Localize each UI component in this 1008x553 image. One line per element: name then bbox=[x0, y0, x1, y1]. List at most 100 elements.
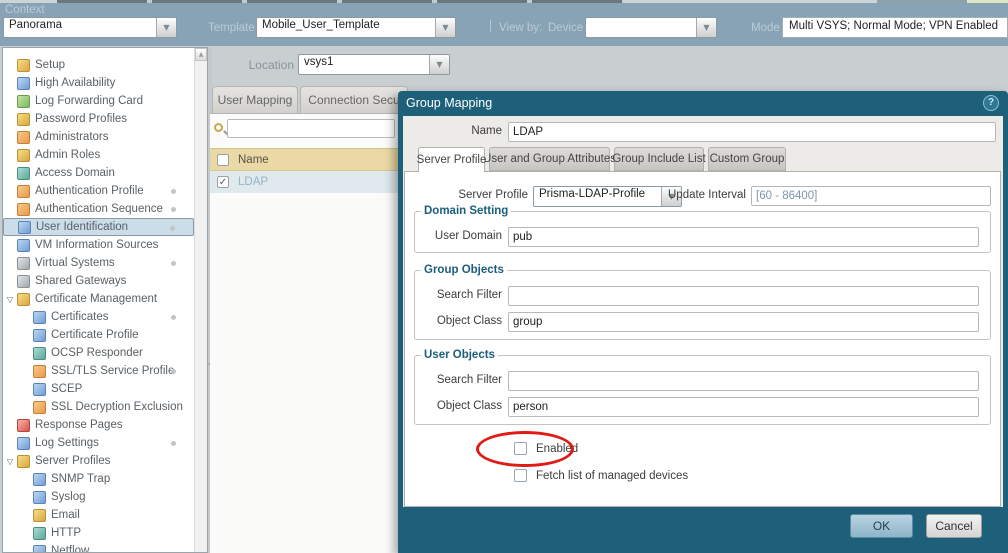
name-input[interactable] bbox=[508, 122, 996, 142]
template-select[interactable]: Mobile_User_Template ▼ bbox=[256, 17, 456, 38]
scroll-up-icon[interactable]: ▲ bbox=[195, 48, 207, 61]
user-domain-input[interactable] bbox=[508, 227, 979, 247]
ok-button[interactable]: OK bbox=[850, 514, 913, 538]
device-nav-tree: Setup High AvailabilityLog Forwarding Car… bbox=[2, 47, 208, 553]
dialog-tab-custom-group[interactable]: Custom Group bbox=[708, 147, 786, 171]
sidebar-item-administrators[interactable]: Administrators bbox=[3, 128, 194, 146]
authentication-profile-icon bbox=[17, 185, 30, 198]
sidebar-item-high-availability[interactable]: High Availability bbox=[3, 74, 194, 92]
chevron-down-icon[interactable]: ▼ bbox=[696, 18, 716, 37]
server-profile-tab-panel: Server Profile Prisma-LDAP-Profile ▼ Upd… bbox=[404, 171, 1001, 507]
sidebar-item-syslog[interactable]: Syslog bbox=[3, 488, 194, 506]
row-name-cell[interactable]: LDAP bbox=[238, 176, 268, 188]
tab-user-mapping[interactable]: User Mapping bbox=[212, 86, 298, 113]
user-object-class-input[interactable] bbox=[508, 397, 979, 417]
fetch-managed-devices-checkbox[interactable] bbox=[514, 469, 527, 482]
sidebar-item-label: Authentication Profile bbox=[35, 185, 144, 197]
group-mapping-dialog: Group Mapping ? Name Server ProfileUser … bbox=[398, 91, 1008, 553]
log-forwarding-card-icon bbox=[17, 95, 30, 108]
administrators-icon bbox=[17, 131, 30, 144]
sidebar-item-authentication-profile[interactable]: Authentication Profile bbox=[3, 182, 194, 200]
admin-roles-icon bbox=[17, 149, 30, 162]
sidebar-item-ssl-decryption-exclusion[interactable]: SSL Decryption Exclusion bbox=[3, 398, 194, 416]
sidebar-item-certificates[interactable]: Certificates bbox=[3, 308, 194, 326]
sidebar-item-shared-gateways[interactable]: Shared Gateways bbox=[3, 272, 194, 290]
sidebar-scrollbar[interactable]: ▲ bbox=[194, 48, 207, 552]
sidebar-item-certificate-profile[interactable]: Certificate Profile bbox=[3, 326, 194, 344]
search-input[interactable] bbox=[227, 119, 395, 138]
dialog-tab-group-include-list[interactable]: Group Include List bbox=[614, 147, 704, 171]
user-search-filter-input[interactable] bbox=[508, 371, 979, 391]
group-search-filter-input[interactable] bbox=[508, 286, 979, 306]
sidebar-item-ocsp-responder[interactable]: OCSP Responder bbox=[3, 344, 194, 362]
sidebar-item-password-profiles[interactable]: Password Profiles bbox=[3, 110, 194, 128]
log-settings-icon bbox=[17, 437, 30, 450]
location-select-value: vsys1 bbox=[299, 55, 429, 74]
sidebar-item-certificate-management[interactable]: ▽ Certificate Management bbox=[3, 290, 194, 308]
chevron-down-icon[interactable]: ▼ bbox=[435, 18, 455, 37]
scep-icon bbox=[33, 383, 46, 396]
sidebar-item-label: SCEP bbox=[51, 383, 82, 395]
password-profiles-icon bbox=[17, 113, 30, 126]
context-select[interactable]: Panorama ▼ bbox=[3, 17, 177, 38]
ocsp-responder-icon bbox=[33, 347, 46, 360]
sidebar-item-label: SNMP Trap bbox=[51, 473, 110, 485]
sidebar-item-label: HTTP bbox=[51, 527, 81, 539]
netflow-icon bbox=[33, 545, 46, 553]
sidebar-item-http[interactable]: HTTP bbox=[3, 524, 194, 542]
sidebar-item-access-domain[interactable]: Access Domain bbox=[3, 164, 194, 182]
tree-expander-icon[interactable]: ▽ bbox=[3, 457, 17, 466]
group-objects-fieldset: Group Objects Search Filter Object Class bbox=[414, 264, 991, 340]
sidebar-item-setup[interactable]: Setup bbox=[3, 56, 194, 74]
response-pages-icon bbox=[17, 419, 30, 432]
sidebar-item-label: Setup bbox=[35, 59, 65, 71]
sidebar-item-label: Certificate Management bbox=[35, 293, 157, 305]
device-label: Device bbox=[548, 22, 583, 34]
sidebar-item-vm-information-sources[interactable]: VM Information Sources bbox=[3, 236, 194, 254]
sidebar-item-netflow[interactable]: Netflow bbox=[3, 542, 194, 553]
sidebar-item-snmp-trap[interactable]: SNMP Trap bbox=[3, 470, 194, 488]
sidebar-item-scep[interactable]: SCEP bbox=[3, 380, 194, 398]
sidebar-item-label: Admin Roles bbox=[35, 149, 100, 161]
fetch-managed-devices-label: Fetch list of managed devices bbox=[536, 470, 688, 482]
sidebar-item-admin-roles[interactable]: Admin Roles bbox=[3, 146, 194, 164]
chevron-down-icon[interactable]: ▼ bbox=[156, 18, 176, 37]
update-interval-label: Update Interval bbox=[605, 189, 746, 201]
user-object-class-label: Object Class bbox=[415, 400, 502, 412]
red-circle-annotation bbox=[476, 431, 574, 467]
group-search-filter-label: Search Filter bbox=[415, 289, 502, 301]
dialog-tab-server-profile[interactable]: Server Profile bbox=[418, 147, 485, 172]
cancel-button[interactable]: Cancel bbox=[926, 514, 982, 538]
authentication-sequence-icon bbox=[17, 203, 30, 216]
row-checkbox[interactable]: ✓ bbox=[217, 176, 229, 188]
update-interval-input[interactable] bbox=[751, 186, 991, 206]
sidebar-item-label: Server Profiles bbox=[35, 455, 110, 467]
sidebar-item-email[interactable]: Email bbox=[3, 506, 194, 524]
tab-connection-secu[interactable]: Connection Secu bbox=[300, 86, 408, 113]
chevron-down-icon[interactable]: ▼ bbox=[429, 55, 449, 74]
help-icon[interactable]: ? bbox=[983, 95, 999, 111]
sidebar-item-ssl-tls-service-profile[interactable]: SSL/TLS Service Profile bbox=[3, 362, 194, 380]
sidebar-item-label: Certificate Profile bbox=[51, 329, 139, 341]
http-icon bbox=[33, 527, 46, 540]
sidebar-item-authentication-sequence[interactable]: Authentication Sequence bbox=[3, 200, 194, 218]
domain-setting-fieldset: Domain Setting User Domain bbox=[414, 205, 991, 253]
context-select-value: Panorama bbox=[4, 18, 156, 37]
name-column-header: Name bbox=[238, 154, 269, 166]
dialog-tab-user-and-group-attributes[interactable]: User and Group Attributes bbox=[489, 147, 610, 171]
sidebar-item-log-forwarding-card[interactable]: Log Forwarding Card bbox=[3, 92, 194, 110]
sidebar-item-response-pages[interactable]: Response Pages bbox=[3, 416, 194, 434]
sidebar-item-log-settings[interactable]: Log Settings bbox=[3, 434, 194, 452]
tree-expander-icon[interactable]: ▽ bbox=[3, 295, 17, 304]
sidebar-item-user-identification[interactable]: User Identification bbox=[3, 218, 194, 236]
sidebar-item-server-profiles[interactable]: ▽ Server Profiles bbox=[3, 452, 194, 470]
sidebar-item-virtual-systems[interactable]: Virtual Systems bbox=[3, 254, 194, 272]
sidebar-item-label: Shared Gateways bbox=[35, 275, 126, 287]
status-dot bbox=[171, 261, 176, 266]
device-select[interactable]: ▼ bbox=[585, 17, 717, 38]
group-object-class-label: Object Class bbox=[415, 315, 502, 327]
location-select[interactable]: vsys1 ▼ bbox=[298, 54, 450, 75]
select-all-checkbox[interactable] bbox=[217, 154, 229, 166]
group-object-class-input[interactable] bbox=[508, 312, 979, 332]
panorama-app: Context Panorama ▼ Template Mobile_User_… bbox=[0, 0, 1008, 553]
